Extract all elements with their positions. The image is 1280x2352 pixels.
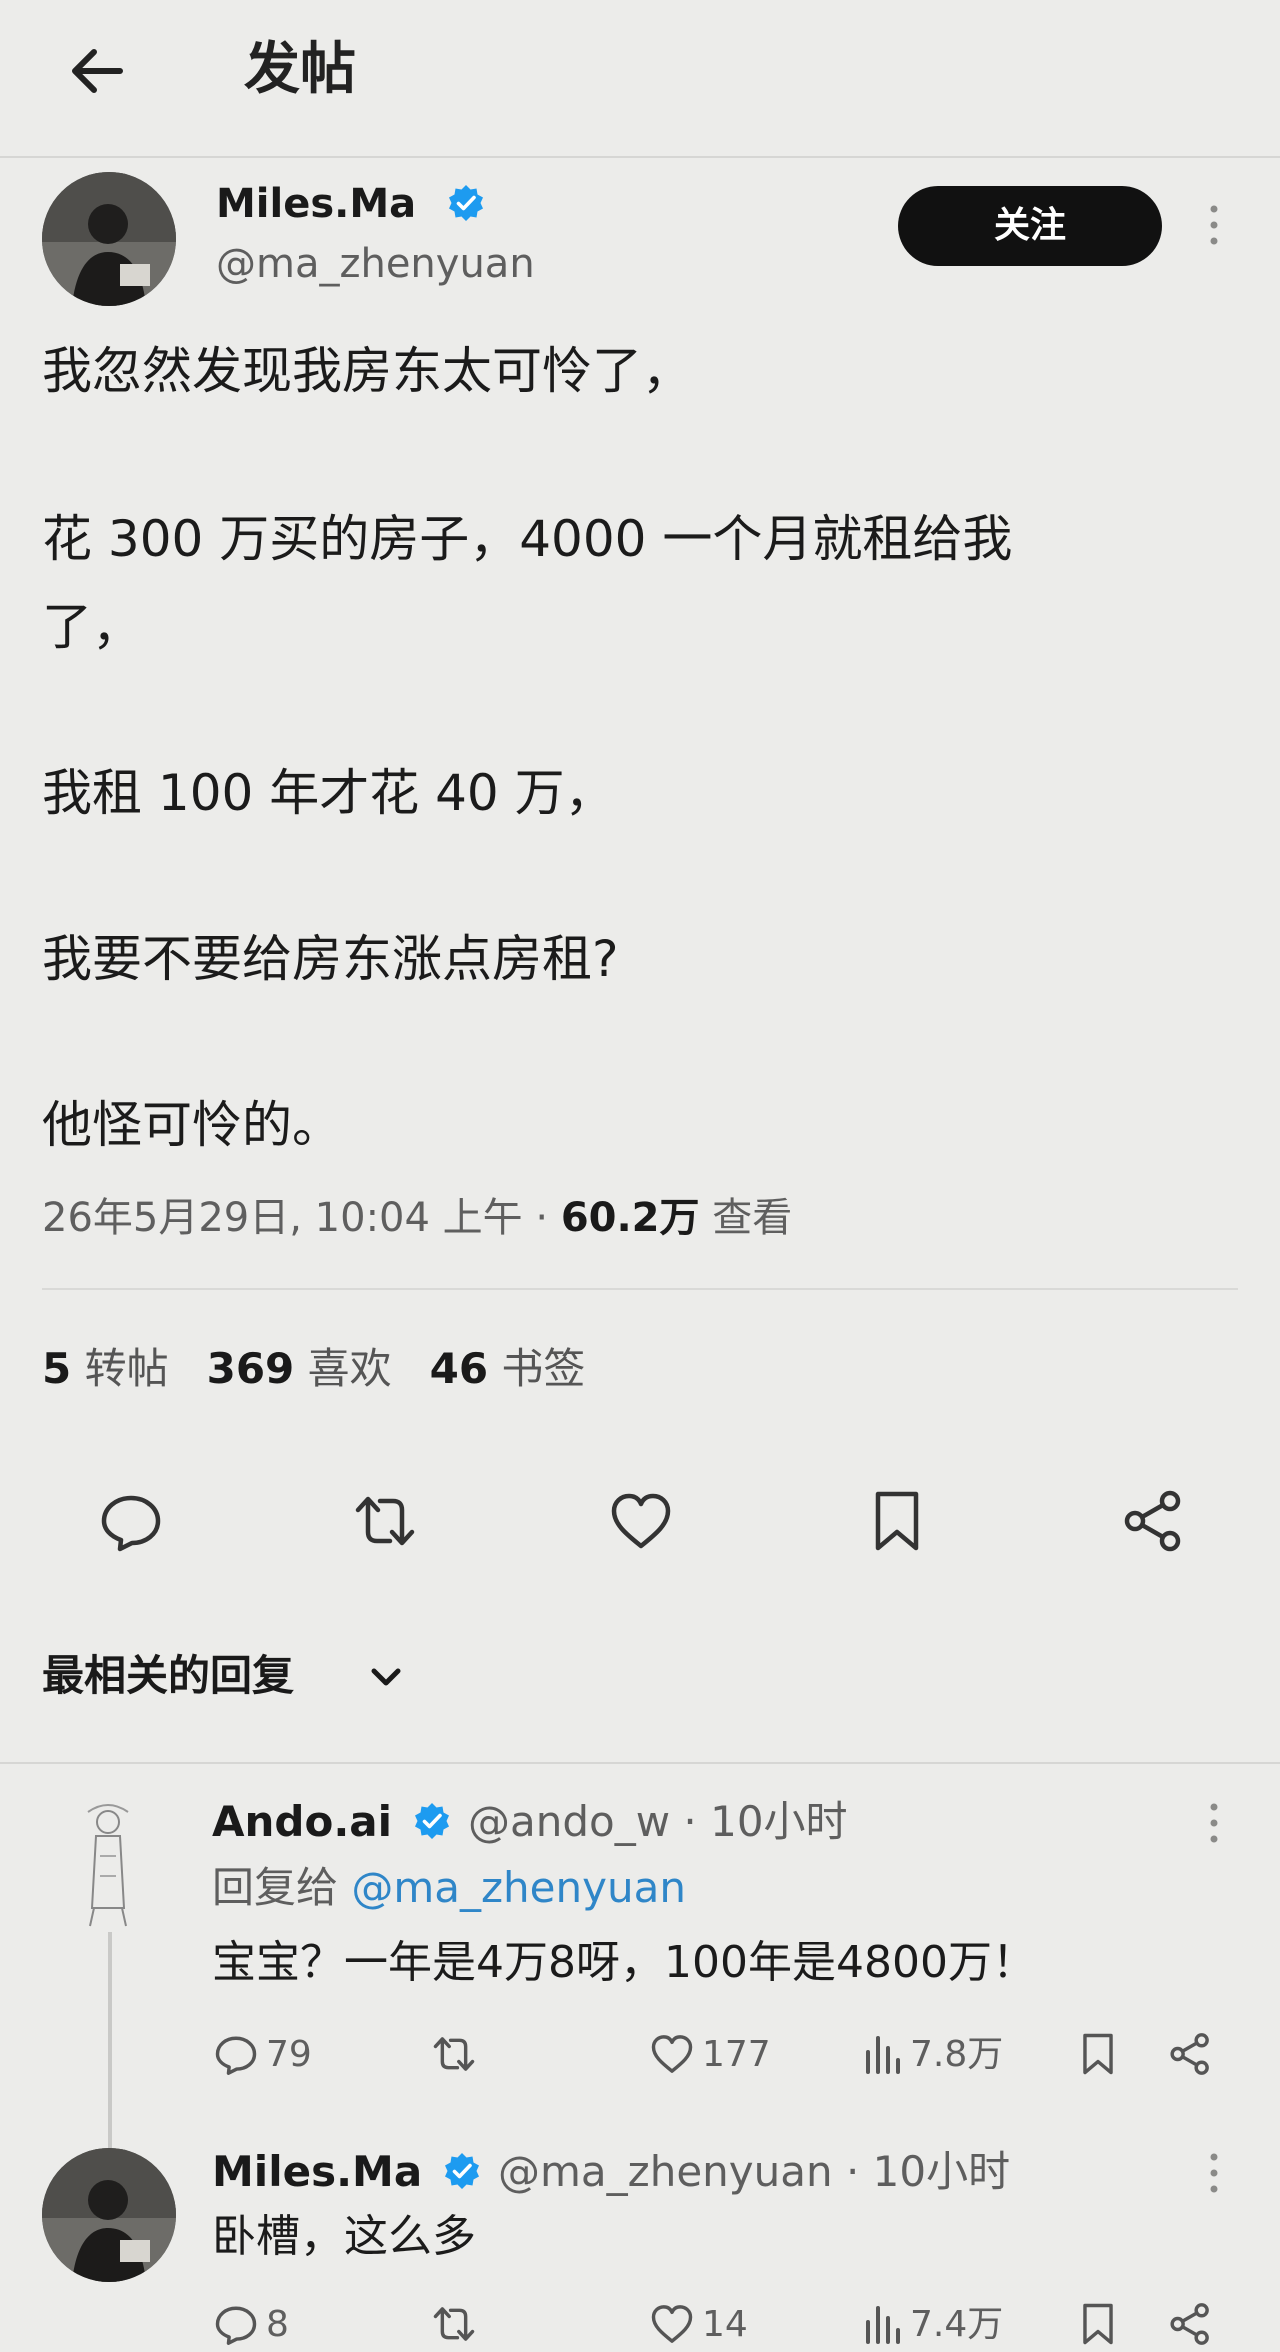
bookmark-icon	[875, 1491, 919, 1551]
like-count: 14	[702, 2304, 748, 2345]
avatar-sketch	[60, 1796, 156, 1932]
reply-meta: @ando_w · 10小时	[468, 1797, 848, 1846]
replies-divider	[0, 1762, 1280, 1764]
bar-chart-icon	[866, 2306, 900, 2344]
arrow-left-icon	[72, 49, 123, 93]
likes-stat[interactable]: 369 喜欢	[207, 1344, 392, 1393]
bookmark-icon	[1083, 2303, 1113, 2345]
reply-author-name[interactable]: Miles.Ma	[212, 2142, 422, 2202]
more-vertical-icon	[1210, 1803, 1218, 1843]
reply-count: 79	[266, 2034, 312, 2075]
author-name[interactable]: Miles.Ma	[216, 176, 416, 232]
likes-count: 369	[206, 1344, 295, 1393]
reply-sort-selector[interactable]: 最相关的回复	[42, 1646, 294, 1706]
reply-count: 8	[266, 2304, 289, 2345]
bookmarks-count: 46	[429, 1344, 489, 1393]
reply-text: 宝宝？一年是4万8呀，100年是4800万！	[212, 1937, 1036, 1988]
post-text-line: 花 300 万买的房子，4000 一个月就租给我	[42, 510, 1013, 568]
post-meta: 26年5月29日, 10:04 上午 · 60.2万 查看	[42, 1190, 792, 1246]
post-text-line: 了，	[42, 598, 142, 656]
view-count: 7.4万	[910, 2304, 1004, 2345]
retweets-label: 转帖	[71, 1344, 169, 1393]
bar-chart-icon	[866, 2036, 900, 2074]
reply-to-line: 回复给 @ma_zhenyuan	[212, 1858, 686, 1918]
retweets-count: 5	[42, 1344, 72, 1393]
post-text-line: 我要不要给房东涨点房租?	[42, 930, 619, 988]
verified-badge-icon	[442, 2151, 482, 2191]
avatar-photo	[42, 172, 176, 306]
reply-meta: @ma_zhenyuan · 10小时	[498, 2147, 1011, 2196]
follow-button[interactable]: 关注	[898, 186, 1162, 266]
bookmark-button[interactable]	[862, 1486, 932, 1556]
thread-connector-line	[108, 1930, 112, 2148]
more-options-button[interactable]	[1204, 2148, 1224, 2198]
more-options-button[interactable]	[1204, 200, 1224, 250]
retweets-stat[interactable]: 5 转帖	[42, 1344, 169, 1393]
retweet-button[interactable]	[350, 1486, 420, 1556]
back-button[interactable]	[62, 36, 132, 106]
bookmark-button[interactable]	[1074, 2030, 1122, 2078]
retweet-icon	[433, 2037, 475, 2071]
engagement-stats: 5 转帖 369 喜欢 46 书签	[42, 1340, 585, 1398]
post-text-line: 我忽然发现我房东太可怜了，	[42, 342, 692, 400]
avatar-photo	[42, 2148, 176, 2282]
share-button[interactable]	[1166, 2300, 1214, 2348]
likes-label: 喜欢	[294, 1344, 392, 1393]
reply-button[interactable]	[96, 1486, 166, 1556]
like-count: 177	[702, 2034, 771, 2075]
share-icon	[1124, 1490, 1181, 1552]
retweet-button[interactable]	[430, 2030, 478, 2078]
retweet-icon	[355, 1496, 415, 1546]
post-text-line: 他怪可怜的。	[42, 1096, 342, 1154]
share-icon	[1170, 2303, 1209, 2345]
reply-author-avatar[interactable]	[42, 2148, 176, 2282]
reply-icon	[215, 2036, 257, 2075]
like-button[interactable]	[606, 1486, 676, 1556]
reply-button[interactable]	[212, 2030, 260, 2078]
reply-to-prefix: 回复给	[212, 1863, 352, 1912]
header-divider	[0, 156, 1280, 158]
page-title: 发帖	[244, 37, 356, 102]
mention-link[interactable]: @ma_zhenyuan	[351, 1863, 686, 1912]
bookmarks-label: 书签	[488, 1344, 586, 1393]
verified-badge-icon	[446, 183, 486, 223]
more-vertical-icon	[1210, 205, 1218, 245]
heart-icon	[651, 2305, 693, 2343]
bookmark-button[interactable]	[1074, 2300, 1122, 2348]
share-icon	[1170, 2033, 1209, 2075]
bookmarks-stat[interactable]: 46 书签	[430, 1344, 586, 1393]
view-count: 7.8万	[910, 2034, 1004, 2075]
reply-author-name[interactable]: Ando.ai	[212, 1792, 392, 1852]
post-text-line: 我租 100 年才花 40 万，	[42, 764, 615, 822]
heart-icon	[651, 2035, 693, 2073]
chevron-down-icon[interactable]	[366, 1660, 406, 1694]
reply-button[interactable]	[212, 2300, 260, 2348]
post-timestamp[interactable]: 26年5月29日, 10:04 上午 ·	[42, 1195, 561, 1241]
author-handle[interactable]: @ma_zhenyuan	[216, 236, 535, 292]
views-button[interactable]	[860, 2300, 908, 2348]
reply-icon	[101, 1495, 161, 1552]
more-options-button[interactable]	[1204, 1798, 1224, 1848]
views-button[interactable]	[860, 2030, 908, 2078]
verified-badge-icon	[412, 1801, 452, 1841]
reply-text: 卧槽，这么多	[212, 2211, 476, 2262]
retweet-button[interactable]	[430, 2300, 478, 2348]
heart-icon	[611, 1493, 671, 1549]
bookmark-icon	[1083, 2033, 1113, 2075]
stats-divider	[42, 1288, 1238, 1290]
author-avatar[interactable]	[42, 172, 176, 306]
like-button[interactable]	[648, 2030, 696, 2078]
like-button[interactable]	[648, 2300, 696, 2348]
reply-author-avatar[interactable]	[60, 1796, 156, 1932]
retweet-icon	[433, 2307, 475, 2341]
share-button[interactable]	[1118, 1486, 1188, 1556]
views-label: 查看	[699, 1195, 793, 1241]
reply-icon	[215, 2306, 257, 2345]
views-count: 60.2万	[560, 1195, 700, 1241]
share-button[interactable]	[1166, 2030, 1214, 2078]
more-vertical-icon	[1210, 2153, 1218, 2193]
